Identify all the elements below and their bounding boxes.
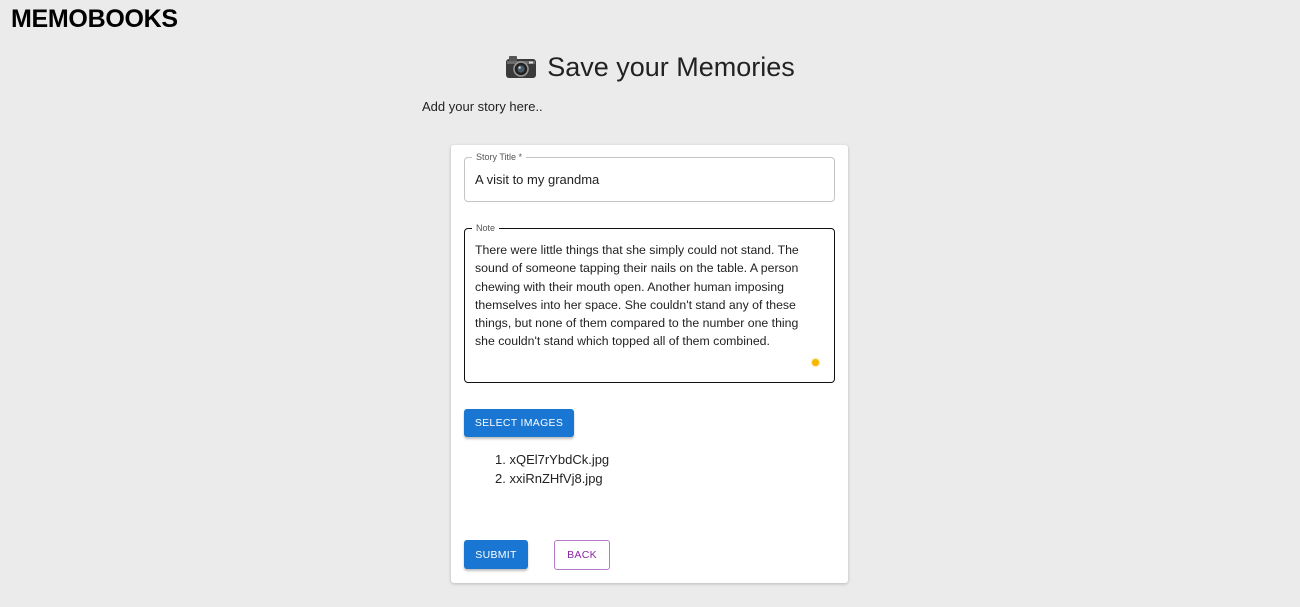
story-title-field[interactable]: Story Title * A visit to my grandma	[464, 151, 835, 202]
story-form-card: Story Title * A visit to my grandma Note…	[451, 145, 848, 583]
note-textarea[interactable]: There were little things that she simply…	[475, 241, 815, 351]
brand-logo: MEMOBOOKS	[11, 5, 178, 33]
list-item: 1. xQEl7rYbdCk.jpg	[495, 452, 610, 467]
story-title-input[interactable]: A visit to my grandma	[475, 172, 599, 187]
list-item: 2. xxiRnZHfVj8.jpg	[495, 471, 603, 486]
camera-icon	[505, 53, 537, 86]
select-images-button[interactable]: Select Images	[464, 409, 574, 437]
selected-files-list: 1. xQEl7rYbdCk.jpg 2. xxiRnZHfVj8.jpg	[495, 450, 609, 488]
page-title: Save your Memories	[547, 52, 795, 82]
submit-button[interactable]: Submit	[464, 540, 528, 569]
page-title-row: Save your Memories	[0, 52, 1300, 86]
story-title-label: Story Title *	[472, 151, 527, 163]
back-button[interactable]: Back	[554, 540, 610, 570]
page-subtitle: Add your story here..	[422, 99, 543, 114]
note-label: Note	[472, 222, 500, 234]
note-field[interactable]: Note There were little things that she s…	[464, 222, 835, 383]
textarea-indicator-icon	[812, 359, 819, 366]
